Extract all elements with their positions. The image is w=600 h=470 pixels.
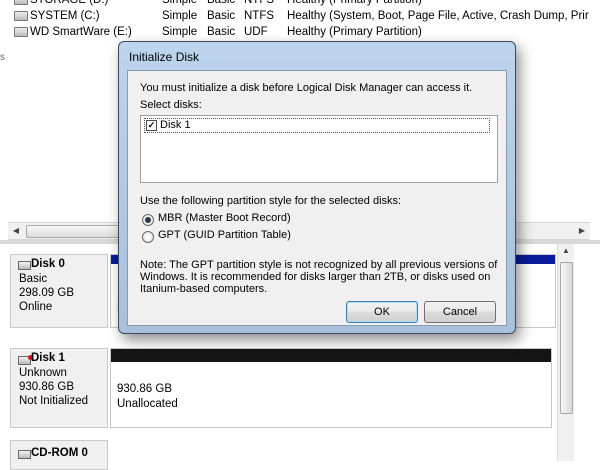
- disk-size: 930.86 GB: [19, 381, 74, 393]
- volume-name: SYSTEM (C:): [30, 10, 100, 22]
- mbr-radio[interactable]: [142, 214, 154, 226]
- disk-row-cdrom: CD-ROM 0: [10, 440, 556, 470]
- volume-status: Healthy (Primary Partition): [287, 0, 422, 6]
- partition-style-label: Use the following partition style for th…: [140, 195, 402, 207]
- disk-state: Not Initialized: [19, 395, 89, 407]
- disk-info[interactable]: Disk 1 Unknown 930.86 GB Not Initialized: [10, 348, 108, 428]
- gpt-radio[interactable]: [142, 231, 154, 243]
- note-line-3: Itanium-based computers.: [140, 283, 268, 295]
- volume-row[interactable]: WD SmartWare (E:) Simple Basic UDF Healt…: [0, 24, 600, 40]
- volume-name: STORAGE (D:): [30, 0, 109, 6]
- cancel-button[interactable]: Cancel: [424, 301, 496, 323]
- volume-fs: NTFS: [244, 0, 275, 6]
- vertical-scrollbar[interactable]: ▲: [557, 244, 574, 461]
- volume-layout: Simple: [162, 26, 198, 38]
- initialize-disk-dialog: Initialize Disk You must initialize a di…: [118, 41, 516, 334]
- dialog-title: Initialize Disk: [129, 50, 200, 64]
- disk-info[interactable]: Disk 0 Basic 298.09 GB Online: [10, 254, 108, 328]
- disk-kind: Basic: [19, 273, 48, 285]
- disk-size: 298.09 GB: [19, 287, 74, 299]
- drive-icon: [14, 0, 28, 5]
- volume-status: Healthy (Primary Partition): [287, 26, 422, 38]
- dialog-message: You must initialize a disk before Logica…: [140, 82, 473, 94]
- volume-status: Healthy (System, Boot, Page File, Active…: [287, 10, 589, 22]
- note-line-1: Note: The GPT partition style is not rec…: [140, 259, 498, 271]
- scroll-right-icon[interactable]: ▶: [574, 223, 590, 239]
- disk-name: CD-ROM 0: [31, 447, 88, 459]
- volume-row[interactable]: SYSTEM (C:) Simple Basic NTFS Healthy (S…: [0, 8, 600, 24]
- volume-fs: UDF: [244, 26, 268, 38]
- dialog-body: You must initialize a disk before Logica…: [127, 70, 507, 326]
- unallocated-partition[interactable]: 930.86 GB Unallocated: [110, 348, 552, 428]
- scroll-up-icon[interactable]: ▲: [558, 244, 574, 258]
- volume-name: WD SmartWare (E:): [30, 26, 132, 38]
- partition-header: [111, 349, 551, 362]
- disk-icon: [18, 261, 31, 270]
- disk-state: Online: [19, 301, 53, 313]
- disk-name: Disk 1: [31, 352, 65, 364]
- disk-list-item[interactable]: ✓ Disk 1: [144, 118, 490, 133]
- disk-kind: Unknown: [19, 367, 67, 379]
- drive-icon: [14, 27, 28, 37]
- cdrom-icon: [18, 450, 31, 459]
- partition-state: Unallocated: [117, 398, 178, 410]
- mbr-label[interactable]: MBR (Master Boot Record): [158, 212, 291, 224]
- volume-row[interactable]: STORAGE (D:) Simple Basic NTFS Healthy (…: [0, 0, 600, 8]
- disk-row-1: Disk 1 Unknown 930.86 GB Not Initialized…: [10, 348, 556, 428]
- side-mark: s: [0, 52, 5, 63]
- disk-checkbox[interactable]: ✓: [146, 120, 157, 131]
- disk-item-label: Disk 1: [160, 119, 191, 131]
- note-line-2: Windows. It is recommended for disks lar…: [140, 271, 491, 283]
- gpt-label[interactable]: GPT (GUID Partition Table): [158, 229, 291, 241]
- scroll-thumb[interactable]: [560, 262, 573, 414]
- disk-info[interactable]: CD-ROM 0: [10, 440, 108, 470]
- volume-layout: Simple: [162, 0, 198, 6]
- partition-size: 930.86 GB: [117, 383, 172, 395]
- drive-icon: [14, 11, 28, 21]
- disk-name: Disk 0: [31, 258, 65, 270]
- volume-type: Basic: [207, 0, 236, 6]
- ok-button[interactable]: OK: [346, 301, 418, 323]
- select-disks-label: Select disks:: [140, 99, 202, 111]
- volume-type: Basic: [207, 26, 236, 38]
- scroll-left-icon[interactable]: ◀: [8, 223, 24, 239]
- volume-fs: NTFS: [244, 10, 275, 22]
- disk-list[interactable]: ✓ Disk 1: [140, 115, 498, 183]
- disk-unknown-icon: [18, 355, 33, 365]
- volume-layout: Simple: [162, 10, 198, 22]
- volume-type: Basic: [207, 10, 236, 22]
